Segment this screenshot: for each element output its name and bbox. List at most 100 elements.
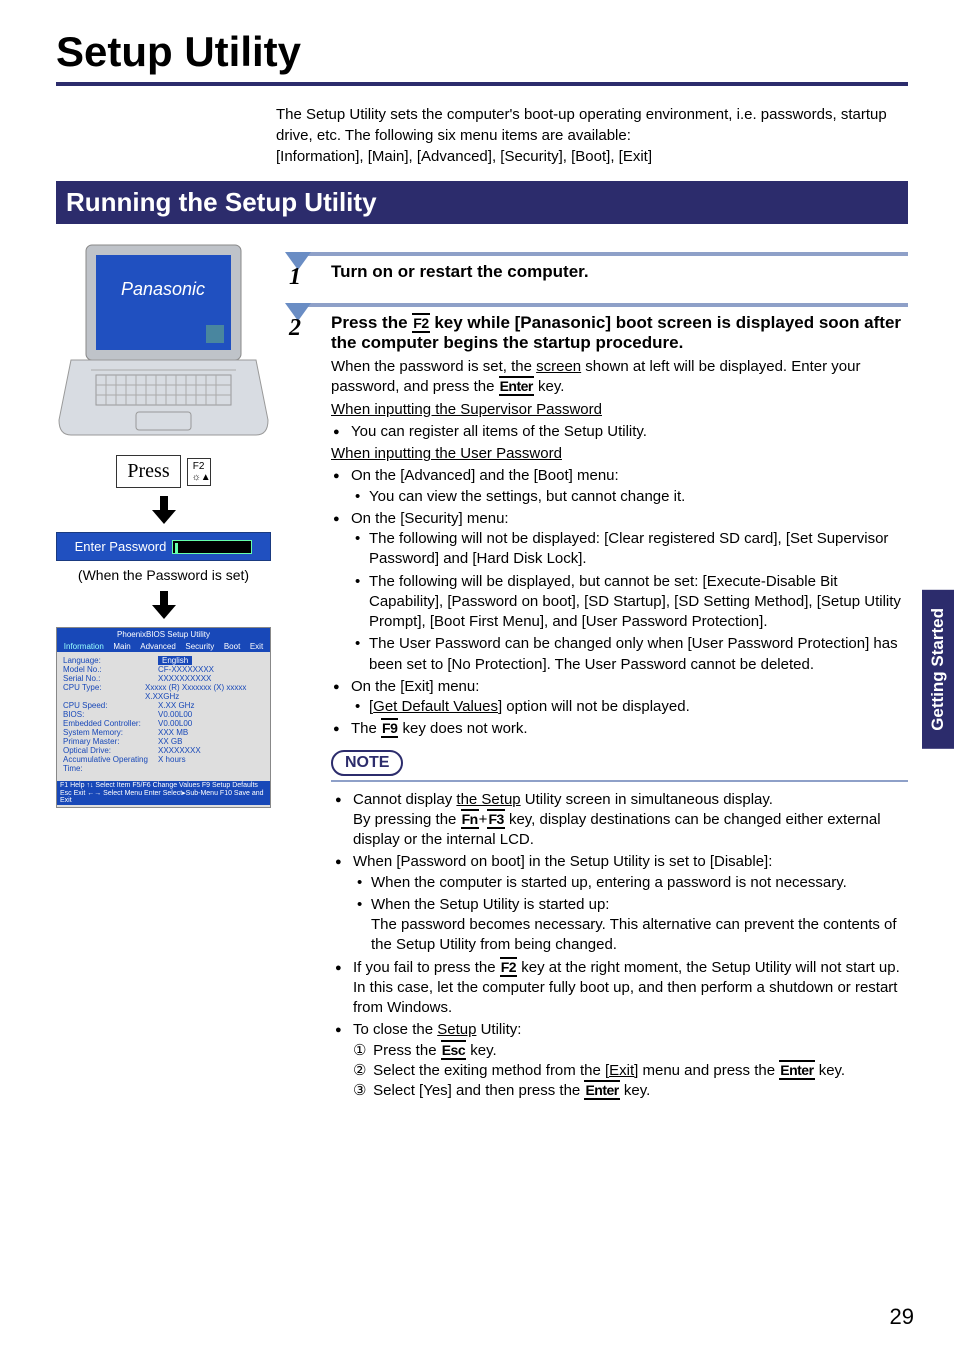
bios-row: Language:English bbox=[63, 656, 264, 665]
note-rule bbox=[331, 780, 908, 782]
step-heading: Press the F2 key while [Panasonic] boot … bbox=[331, 313, 908, 353]
bios-tab: Main bbox=[113, 642, 130, 651]
text: Select [Yes] and then press the bbox=[373, 1082, 584, 1099]
text: key. bbox=[815, 1062, 846, 1079]
bios-tab: Boot bbox=[224, 642, 240, 651]
enter-password-label: Enter Password bbox=[75, 539, 167, 554]
side-tab: Getting Started bbox=[922, 590, 954, 749]
step-heading: Turn on or restart the computer. bbox=[331, 262, 908, 282]
text: key does not work. bbox=[398, 720, 527, 737]
text: The bbox=[351, 720, 381, 737]
illustration-column: Panasonic Press F2 bbox=[56, 240, 271, 1111]
keycap-f9: F9 bbox=[381, 718, 398, 738]
keycap-esc: Esc bbox=[441, 1040, 466, 1060]
text: Utility screen in simultaneous display. bbox=[521, 791, 773, 808]
title-rule bbox=[56, 82, 908, 86]
step-text: Press the F2 key while [Panasonic] boot … bbox=[331, 313, 908, 1103]
user-header: When inputting the User Password bbox=[331, 445, 562, 462]
bios-row: Optical Drive:XXXXXXXX bbox=[63, 746, 264, 755]
keycap-f2: F2 bbox=[500, 957, 517, 977]
list-item: To close the Setup Utility: ① Press the … bbox=[353, 1020, 908, 1101]
note-label: NOTE bbox=[331, 750, 403, 776]
bios-row: BIOS:V0.00L00 bbox=[63, 710, 264, 719]
page-number: 29 bbox=[890, 1304, 914, 1330]
text: By pressing the bbox=[353, 811, 461, 828]
keycap-enter: Enter bbox=[584, 1080, 619, 1100]
enum-icon: ② bbox=[353, 1061, 369, 1081]
intro-text: The Setup Utility sets the computer's bo… bbox=[276, 104, 908, 167]
text: key. bbox=[620, 1082, 651, 1099]
link-text: screen bbox=[536, 358, 581, 375]
step-number: 1 bbox=[289, 264, 301, 290]
list-item: Cannot display the Setup Utility screen … bbox=[353, 790, 908, 851]
bios-row: Accumulative Operating Time:X hours bbox=[63, 755, 264, 773]
text: When [Password on boot] in the Setup Uti… bbox=[353, 853, 772, 870]
bios-tab: Advanced bbox=[140, 642, 176, 651]
page-title: Setup Utility bbox=[56, 28, 908, 76]
text: On the [Advanced] and the [Boot] menu: bbox=[351, 467, 619, 484]
list-item: On the [Exit] menu: [Get Default Values]… bbox=[351, 677, 908, 718]
bios-title: PhoenixBIOS Setup Utility bbox=[57, 628, 270, 641]
step-text: Turn on or restart the computer. bbox=[331, 262, 908, 289]
list-item: The following will not be displayed: [Cl… bbox=[367, 529, 908, 570]
list-item: On the [Security] menu: The following wi… bbox=[351, 509, 908, 675]
text: If you fail to press the bbox=[353, 959, 500, 976]
bios-row: CPU Type:Xxxxx (R) Xxxxxxx (X) xxxxx X.X… bbox=[63, 683, 264, 701]
text: On the [Exit] menu: bbox=[351, 678, 479, 695]
key-bottom: ☼▲ bbox=[192, 472, 206, 483]
list-item: If you fail to press the F2 key at the r… bbox=[353, 958, 908, 1019]
list-item: When [Password on boot] in the Setup Uti… bbox=[353, 852, 908, 955]
steps-column: 1 Turn on or restart the computer. 2 Pre… bbox=[289, 240, 908, 1111]
supervisor-header: When inputting the Supervisor Password bbox=[331, 401, 602, 418]
section-header: Running the Setup Utility bbox=[56, 181, 908, 224]
bios-row: Primary Master:XX GB bbox=[63, 737, 264, 746]
bios-screenshot: PhoenixBIOS Setup Utility Information Ma… bbox=[56, 627, 271, 808]
link-text: Get Default Values bbox=[373, 698, 498, 715]
text: menu and press the bbox=[638, 1062, 779, 1079]
text: To close the bbox=[353, 1021, 437, 1038]
bios-tab: Exit bbox=[250, 642, 263, 651]
bios-row: System Memory:XXX MB bbox=[63, 728, 264, 737]
text: ] option will not be displayed. bbox=[498, 698, 690, 715]
keycap-enter: Enter bbox=[499, 376, 534, 396]
press-key-hint: Press F2 ☼▲ bbox=[56, 455, 271, 488]
body-text: When the password is set, the screen sho… bbox=[331, 357, 908, 398]
list-item: The F9 key does not work. bbox=[351, 719, 908, 739]
list-item: When the computer is started up, enterin… bbox=[369, 873, 908, 893]
step-rule bbox=[289, 303, 908, 307]
bios-row: Model No.:CF-XXXXXXXX bbox=[63, 665, 264, 674]
text: key. bbox=[466, 1042, 497, 1059]
password-field-illustration bbox=[172, 540, 252, 554]
list-item: On the [Advanced] and the [Boot] menu: Y… bbox=[351, 466, 908, 507]
intro-line1: The Setup Utility sets the computer's bo… bbox=[276, 104, 908, 146]
list-item: When the Setup Utility is started up:The… bbox=[369, 895, 908, 956]
bios-row: CPU Speed:X.XX GHz bbox=[63, 701, 264, 710]
text: key. bbox=[534, 378, 565, 395]
link-text: the Setup bbox=[456, 791, 520, 808]
step-marker: 2 bbox=[289, 313, 317, 1103]
list-item: The following will be displayed, but can… bbox=[367, 572, 908, 633]
text: Press the bbox=[373, 1042, 441, 1059]
text: Press the bbox=[331, 313, 412, 332]
bios-footer-left: F1 Help ↑↓ Select Item F5/F6 Change Valu… bbox=[60, 782, 267, 789]
list-item: You can view the settings, but cannot ch… bbox=[367, 487, 908, 507]
key-top: F2 bbox=[192, 461, 206, 472]
keycap-f3: F3 bbox=[487, 809, 504, 829]
text: When the password is set, the bbox=[331, 358, 536, 375]
text: Utility: bbox=[476, 1021, 521, 1038]
list-item: The User Password can be changed only wh… bbox=[367, 634, 908, 675]
press-label: Press bbox=[116, 455, 180, 488]
bios-footer-right: Esc Exit ←→ Select Menu Enter Select▸Sub… bbox=[60, 789, 267, 804]
keycap-enter: Enter bbox=[779, 1060, 814, 1080]
bios-body: Language:EnglishModel No.:CF-XXXXXXXXSer… bbox=[57, 652, 270, 777]
intro-line2: [Information], [Main], [Advanced], [Secu… bbox=[276, 146, 908, 167]
enum-icon: ① bbox=[353, 1041, 369, 1061]
list-item: [Get Default Values] option will not be … bbox=[367, 697, 908, 717]
keycap-fn: Fn bbox=[461, 809, 479, 829]
step-marker: 1 bbox=[289, 262, 317, 289]
text: When the Setup Utility is started up: bbox=[371, 896, 609, 913]
text: Select the exiting method from the bbox=[373, 1062, 605, 1079]
link-text: Setup bbox=[437, 1021, 476, 1038]
link-text: [Exit] bbox=[605, 1062, 638, 1079]
text: Cannot display bbox=[353, 791, 456, 808]
